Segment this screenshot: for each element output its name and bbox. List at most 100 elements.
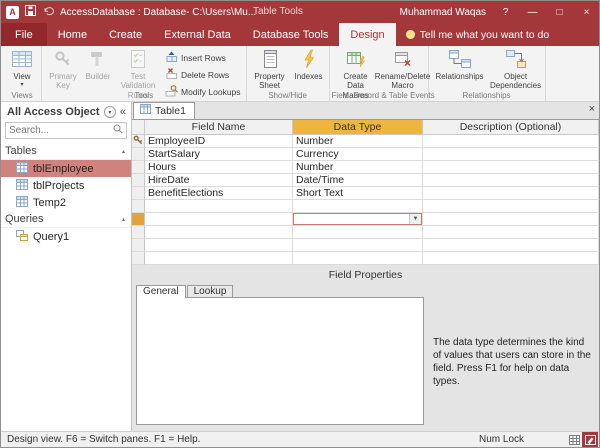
property-grid[interactable] — [136, 297, 424, 425]
field-name-cell[interactable] — [145, 200, 293, 213]
description-cell[interactable] — [423, 161, 599, 174]
description-cell[interactable] — [423, 148, 599, 161]
data-type-combobox[interactable]: ▼ — [293, 213, 422, 225]
indexes-button[interactable]: Indexes — [292, 48, 326, 82]
shutter-bar-close-button[interactable]: « — [120, 106, 126, 118]
builder-button[interactable]: Builder — [83, 48, 113, 82]
close-button[interactable]: × — [579, 7, 594, 18]
combo-dropdown-button[interactable]: ▼ — [409, 214, 421, 224]
maximize-button[interactable]: □ — [552, 7, 567, 18]
tell-me-box[interactable]: Tell me what you want to do — [396, 23, 560, 46]
nav-pane-menu-button[interactable]: ▾ — [104, 106, 116, 118]
tab-general[interactable]: General — [136, 285, 186, 298]
undo-icon[interactable] — [42, 6, 54, 19]
data-type-cell[interactable]: Number — [293, 135, 423, 148]
current-field-row[interactable]: ▼ — [132, 213, 599, 226]
nav-item-Query1[interactable]: Query1 — [1, 228, 131, 245]
row-selector[interactable] — [132, 161, 145, 174]
field-name-cell[interactable] — [145, 226, 293, 239]
field-row-hiredate[interactable]: HireDate Date/Time — [132, 174, 599, 187]
description-cell[interactable] — [423, 174, 599, 187]
help-button[interactable]: ? — [498, 7, 513, 18]
field-name-cell[interactable]: EmployeeID — [145, 135, 293, 148]
row-selector[interactable] — [132, 226, 145, 239]
column-header-field-name[interactable]: Field Name — [145, 120, 293, 135]
field-name-cell[interactable] — [145, 239, 293, 252]
tab-home[interactable]: Home — [47, 23, 98, 46]
datasheet-view-button[interactable] — [566, 432, 582, 448]
relationships-button[interactable]: Relationships — [432, 48, 488, 82]
tab-file[interactable]: File — [1, 23, 47, 46]
data-type-cell[interactable]: Number — [293, 161, 423, 174]
workspace: All Access Objects ▾ « Tables ▴ tblEmplo… — [1, 102, 599, 431]
data-type-cell[interactable] — [293, 239, 423, 252]
rename-delete-macro-button[interactable]: Rename/Delete Macro — [381, 48, 425, 92]
field-row-employeeid[interactable]: EmployeeID Number — [132, 135, 599, 148]
data-type-cell-active[interactable]: ▼ — [293, 213, 423, 226]
data-type-cell[interactable] — [293, 200, 423, 213]
row-selector-primary-key[interactable] — [132, 135, 145, 148]
nav-item-Temp2[interactable]: Temp2 — [1, 194, 131, 211]
description-cell[interactable] — [423, 200, 599, 213]
property-sheet-button[interactable]: Property Sheet — [250, 48, 290, 92]
insert-rows-button[interactable]: Insert Rows — [163, 50, 243, 66]
empty-field-row[interactable] — [132, 226, 599, 239]
tab-design[interactable]: Design — [339, 23, 395, 46]
row-selector[interactable] — [132, 200, 145, 213]
close-document-icon[interactable]: × — [589, 104, 595, 115]
tab-external-data[interactable]: External Data — [153, 23, 242, 46]
field-name-cell[interactable]: StartSalary — [145, 148, 293, 161]
data-type-cell[interactable] — [293, 226, 423, 239]
primary-key-button[interactable]: Primary Key — [45, 48, 81, 92]
description-cell[interactable] — [423, 187, 599, 200]
field-row-benefitelections[interactable]: BenefitElections Short Text — [132, 187, 599, 200]
empty-field-row[interactable] — [132, 239, 599, 252]
minimize-button[interactable]: — — [525, 7, 540, 18]
empty-field-row[interactable] — [132, 252, 599, 265]
object-dependencies-icon — [505, 49, 527, 71]
save-icon[interactable] — [25, 5, 36, 19]
data-type-cell[interactable]: Date/Time — [293, 174, 423, 187]
nav-pane-header: All Access Objects ▾ « — [1, 102, 131, 121]
column-header-description[interactable]: Description (Optional) — [423, 120, 599, 135]
current-row-selector[interactable] — [132, 213, 145, 226]
nav-group-queries[interactable]: Queries ▴ — [1, 211, 131, 228]
row-selector[interactable] — [132, 239, 145, 252]
nav-search-box[interactable] — [5, 122, 127, 139]
object-dependencies-button[interactable]: Object Dependencies — [490, 48, 542, 92]
tab-create[interactable]: Create — [98, 23, 153, 46]
field-name-cell[interactable]: BenefitElections — [145, 187, 293, 200]
field-row-startsalary[interactable]: StartSalary Currency — [132, 148, 599, 161]
row-selector[interactable] — [132, 187, 145, 200]
access-app-icon[interactable]: A — [6, 6, 19, 19]
field-name-cell[interactable] — [145, 252, 293, 265]
row-selector[interactable] — [132, 174, 145, 187]
document-tab-table1[interactable]: Table1 — [133, 102, 195, 119]
description-cell[interactable] — [423, 135, 599, 148]
description-cell[interactable] — [423, 226, 599, 239]
description-cell[interactable] — [423, 213, 599, 226]
column-header-data-type[interactable]: Data Type — [293, 120, 423, 135]
data-type-cell[interactable]: Currency — [293, 148, 423, 161]
nav-group-tables[interactable]: Tables ▴ — [1, 143, 131, 160]
field-name-cell-active[interactable] — [145, 213, 293, 226]
nav-item-tblProjects[interactable]: tblProjects — [1, 177, 131, 194]
row-selector[interactable] — [132, 148, 145, 161]
delete-rows-button[interactable]: Delete Rows — [163, 67, 243, 83]
row-selector[interactable] — [132, 252, 145, 265]
description-cell[interactable] — [423, 252, 599, 265]
builder-label: Builder — [86, 72, 111, 81]
search-input[interactable] — [9, 125, 113, 136]
field-row-hours[interactable]: Hours Number — [132, 161, 599, 174]
user-name[interactable]: Muhammad Waqas — [400, 7, 486, 18]
field-name-cell[interactable]: Hours — [145, 161, 293, 174]
empty-field-row[interactable] — [132, 200, 599, 213]
field-name-cell[interactable]: HireDate — [145, 174, 293, 187]
data-type-cell[interactable] — [293, 252, 423, 265]
data-type-cell[interactable]: Short Text — [293, 187, 423, 200]
nav-item-tblEmployee[interactable]: tblEmployee — [1, 160, 131, 177]
tab-database-tools[interactable]: Database Tools — [242, 23, 340, 46]
view-button[interactable]: View ▾ — [6, 48, 38, 89]
description-cell[interactable] — [423, 239, 599, 252]
design-view-button[interactable] — [582, 432, 598, 448]
